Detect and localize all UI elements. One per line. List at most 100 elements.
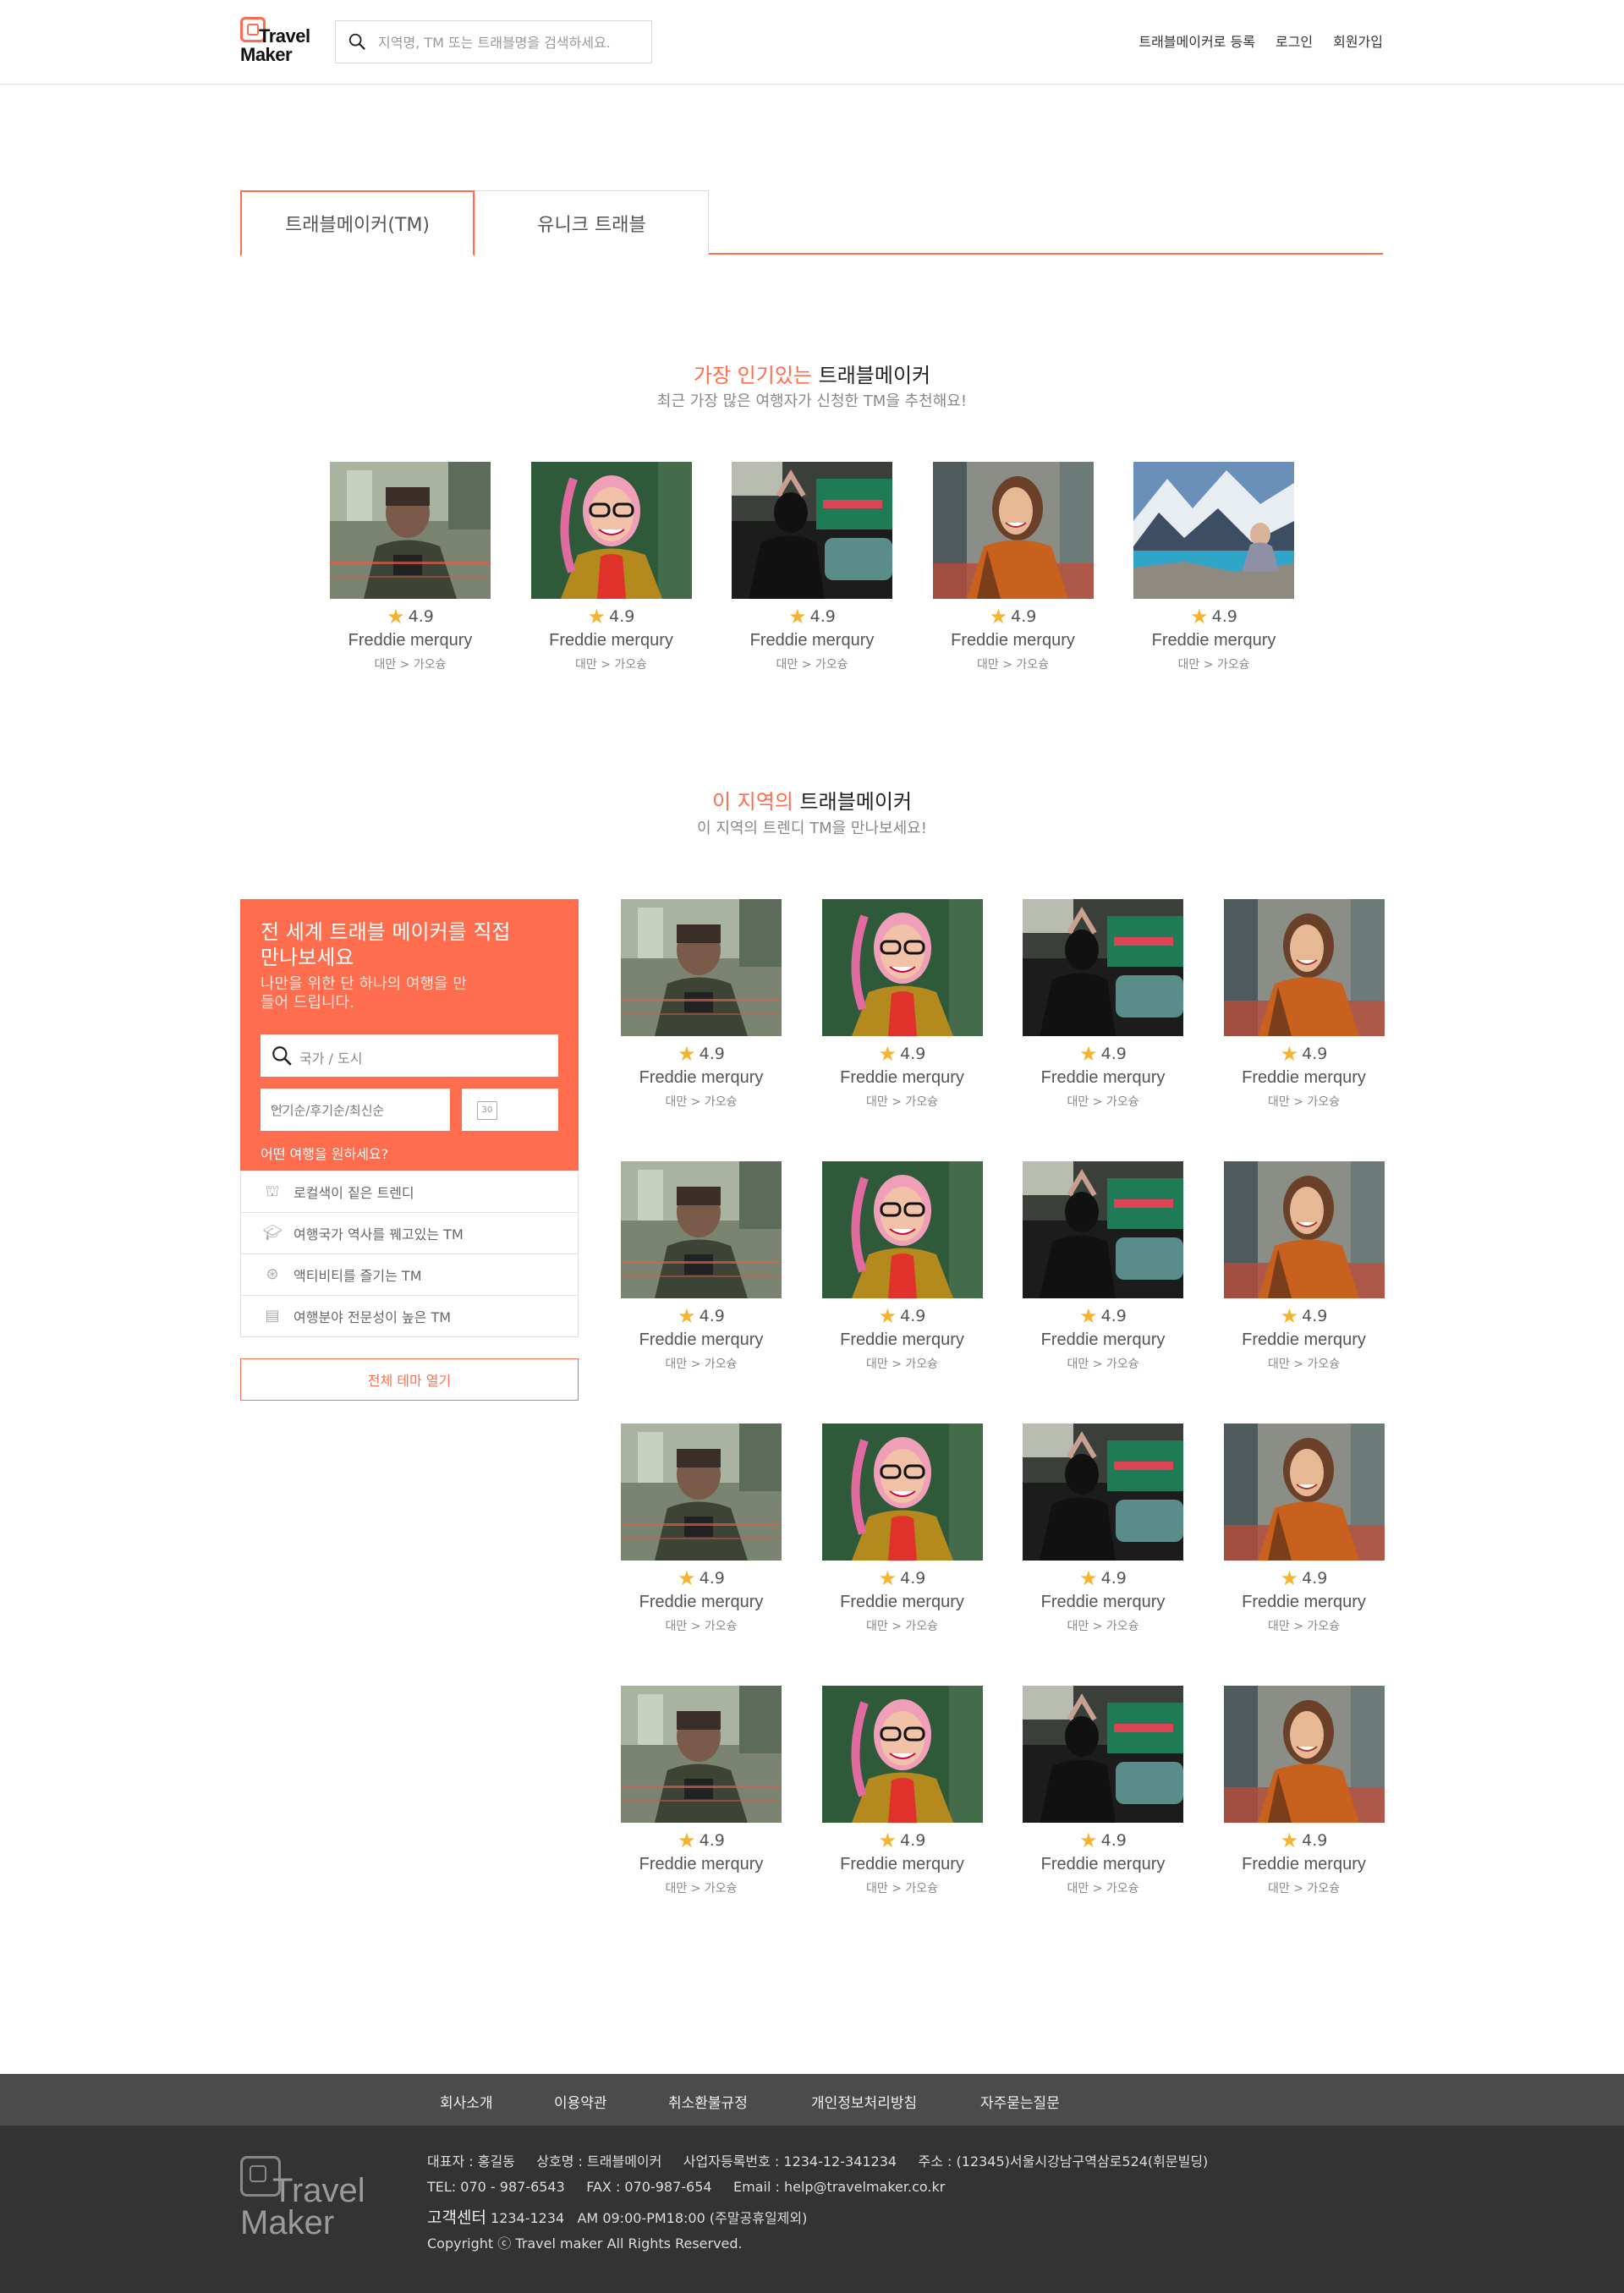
tm-card[interactable]: ★ 4.9 Freddie merqury 대만 > 가오슝 <box>822 899 983 1110</box>
tm-name[interactable]: Freddie merqury <box>933 631 1094 650</box>
woman-glasses-photo[interactable] <box>822 1161 983 1298</box>
tm-card[interactable]: ★ 4.9 Freddie merqury 대만 > 가오슝 <box>1223 899 1385 1110</box>
tm-card[interactable]: ★ 4.9 Freddie merqury 대만 > 가오슝 <box>1023 1161 1183 1372</box>
man-camera-photo[interactable] <box>621 899 782 1036</box>
woman-street-photo[interactable] <box>732 462 892 599</box>
popular-section-title: 가장 인기있는 트래블메이커 <box>0 359 1624 388</box>
tm-card[interactable]: ★ 4.9 Freddie merqury 대만 > 가오슝 <box>531 462 692 672</box>
woman-street-photo[interactable] <box>1023 899 1183 1036</box>
tm-card[interactable]: ★ 4.9 Freddie merqury 대만 > 가오슝 <box>822 1424 983 1634</box>
tm-card[interactable]: ★ 4.9 Freddie merqury 대만 > 가오슝 <box>822 1161 983 1372</box>
tm-name[interactable]: Freddie merqury <box>822 1330 983 1350</box>
woman-street-photo[interactable] <box>1023 1424 1183 1561</box>
tm-card[interactable]: ★ 4.9 Freddie merqury 대만 > 가오슝 <box>1223 1424 1385 1634</box>
tm-name[interactable]: Freddie merqury <box>621 1068 782 1088</box>
man-camera-photo[interactable] <box>621 1161 782 1298</box>
tm-name[interactable]: Freddie merqury <box>822 1855 983 1874</box>
date-picker[interactable]: 30 <box>462 1089 558 1131</box>
tm-card[interactable]: ★ 4.9 Freddie merqury 대만 > 가오슝 <box>621 1161 782 1372</box>
top-nav: 트래블메이커로 등록 로그인 회원가입 <box>1138 30 1383 51</box>
tm-location: 대만 > 가오슝 <box>1067 1095 1139 1109</box>
tm-card[interactable]: ★ 4.9 Freddie merqury 대만 > 가오슝 <box>732 462 892 672</box>
tm-name[interactable]: Freddie merqury <box>1224 1068 1385 1088</box>
tm-name[interactable]: Freddie merqury <box>621 1855 782 1874</box>
footer-link-faq[interactable]: 자주묻는질문 <box>980 2091 1060 2112</box>
signup-link[interactable]: 회원가입 <box>1333 30 1383 51</box>
woman-glasses-photo[interactable] <box>822 1686 983 1823</box>
header-search-input[interactable] <box>378 31 640 53</box>
star-icon: ★ <box>1079 1566 1098 1590</box>
rating: ★ 4.9 <box>933 606 1094 627</box>
tm-card[interactable]: ★ 4.9 Freddie merqury 대만 > 가오슝 <box>1223 1161 1385 1372</box>
woman-smile-photo[interactable] <box>1223 1424 1385 1561</box>
tm-card[interactable]: ★ 4.9 Freddie merqury 대만 > 가오슝 <box>621 899 782 1110</box>
tab-travelmaker[interactable]: 트래블메이커(TM) <box>240 190 475 256</box>
tm-card[interactable]: ★ 4.9 Freddie merqury 대만 > 가오슝 <box>1133 462 1294 672</box>
tm-name[interactable]: Freddie merqury <box>822 1593 983 1612</box>
tm-name[interactable]: Freddie merqury <box>822 1068 983 1088</box>
woman-smile-photo[interactable] <box>932 462 1094 599</box>
theme-item-activity[interactable]: ⊛ 액티비티를 즐기는 TM <box>241 1253 578 1295</box>
woman-glasses-photo[interactable] <box>531 462 692 599</box>
theme-item-local[interactable]: ⛫ 로컬색이 짙은 트렌디 <box>241 1171 578 1212</box>
woman-glasses-photo[interactable] <box>822 899 983 1036</box>
rating: ★ 4.9 <box>1023 1306 1183 1326</box>
rating: ★ 4.9 <box>621 1566 782 1590</box>
tm-name[interactable]: Freddie merqury <box>1224 1593 1385 1612</box>
man-camera-photo[interactable] <box>330 462 491 599</box>
woman-glasses-photo[interactable] <box>822 1424 983 1561</box>
tm-name[interactable]: Freddie merqury <box>1023 1593 1183 1612</box>
tm-name[interactable]: Freddie merqury <box>1224 1330 1385 1350</box>
tm-name[interactable]: Freddie merqury <box>1224 1855 1385 1874</box>
rating: ★ 4.9 <box>1023 1566 1183 1590</box>
tm-card[interactable]: ★ 4.9 Freddie merqury 대만 > 가오슝 <box>1023 899 1183 1110</box>
graduation-icon: 🎓︎ <box>262 1224 283 1242</box>
tm-name[interactable]: Freddie merqury <box>531 631 692 650</box>
tm-card[interactable]: ★ 4.9 Freddie merqury 대만 > 가오슝 <box>932 462 1094 672</box>
theme-item-history[interactable]: 🎓︎ 여행국가 역사를 꿰고있는 TM <box>241 1212 578 1253</box>
tm-name[interactable]: Freddie merqury <box>1133 631 1294 650</box>
tm-card[interactable]: ★ 4.9 Freddie merqury 대만 > 가오슝 <box>330 462 491 672</box>
theme-item-label: 여행분야 전문성이 높은 TM <box>294 1309 452 1325</box>
star-icon: ★ <box>1280 1304 1299 1328</box>
footer-link-about[interactable]: 회사소개 <box>440 2091 493 2112</box>
country-city-search[interactable]: 국가 / 도시 <box>261 1034 558 1077</box>
register-tm-link[interactable]: 트래블메이커로 등록 <box>1138 30 1255 51</box>
woman-smile-photo[interactable] <box>1223 1161 1385 1298</box>
man-camera-photo[interactable] <box>621 1686 782 1823</box>
woman-smile-photo[interactable] <box>1223 899 1385 1036</box>
tm-name[interactable]: Freddie merqury <box>732 631 892 650</box>
tm-card[interactable]: ★ 4.9 Freddie merqury 대만 > 가오슝 <box>1223 1686 1385 1896</box>
tm-card[interactable]: ★ 4.9 Freddie merqury 대만 > 가오슝 <box>1023 1424 1183 1634</box>
tm-location: 대만 > 가오슝 <box>1067 1620 1139 1633</box>
tm-name[interactable]: Freddie merqury <box>1023 1330 1183 1350</box>
rating-value: 4.9 <box>900 1831 926 1850</box>
sort-select[interactable]: 인기순/후기순/최신순 ﹀ <box>261 1089 450 1131</box>
footer-link-privacy[interactable]: 개인정보처리방침 <box>811 2091 917 2112</box>
tm-name[interactable]: Freddie merqury <box>1023 1068 1183 1088</box>
star-icon: ★ <box>678 1566 696 1590</box>
open-all-themes-button[interactable]: 전체 테마 열기 <box>240 1358 579 1401</box>
logo[interactable]: Travel Maker <box>240 17 316 66</box>
rating: ★ 4.9 <box>1133 606 1294 627</box>
tm-name[interactable]: Freddie merqury <box>621 1593 782 1612</box>
tab-unique-travel[interactable]: 유니크 트래블 <box>475 190 709 255</box>
man-camera-photo[interactable] <box>621 1424 782 1561</box>
mountain-lake-photo[interactable] <box>1133 462 1294 599</box>
woman-street-photo[interactable] <box>1023 1161 1183 1298</box>
rating-value: 4.9 <box>1302 1831 1328 1850</box>
login-link[interactable]: 로그인 <box>1276 30 1313 51</box>
woman-smile-photo[interactable] <box>1223 1686 1385 1823</box>
theme-item-expert[interactable]: ▤ 여행분야 전문성이 높은 TM <box>241 1295 578 1336</box>
footer-link-terms[interactable]: 이용약관 <box>554 2091 607 2112</box>
search-icon[interactable] <box>348 32 366 51</box>
tm-card[interactable]: ★ 4.9 Freddie merqury 대만 > 가오슝 <box>621 1686 782 1896</box>
footer-link-refund[interactable]: 취소환불규정 <box>668 2091 748 2112</box>
tm-card[interactable]: ★ 4.9 Freddie merqury 대만 > 가오슝 <box>1023 1686 1183 1896</box>
tm-card[interactable]: ★ 4.9 Freddie merqury 대만 > 가오슝 <box>621 1424 782 1634</box>
tm-name[interactable]: Freddie merqury <box>621 1330 782 1350</box>
tm-name[interactable]: Freddie merqury <box>330 631 491 650</box>
woman-street-photo[interactable] <box>1023 1686 1183 1823</box>
tm-card[interactable]: ★ 4.9 Freddie merqury 대만 > 가오슝 <box>822 1686 983 1896</box>
tm-name[interactable]: Freddie merqury <box>1023 1855 1183 1874</box>
